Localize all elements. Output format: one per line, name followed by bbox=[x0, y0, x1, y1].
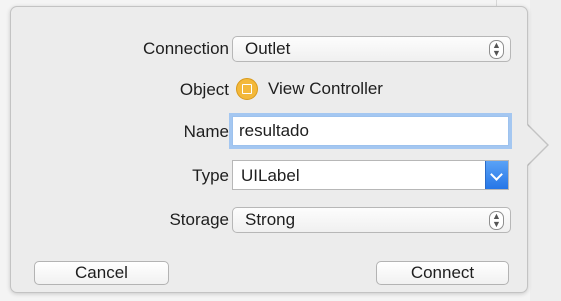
connection-row: Connection Outlet ▲ ▼ bbox=[11, 33, 527, 63]
type-combo-box[interactable]: UILabel bbox=[232, 160, 509, 190]
object-value: View Controller bbox=[268, 79, 383, 98]
connection-label: Connection bbox=[142, 39, 229, 58]
object-label: Object bbox=[179, 80, 229, 99]
type-label: Type bbox=[192, 166, 229, 185]
cancel-button[interactable]: Cancel bbox=[34, 261, 169, 285]
up-down-arrows-icon: ▲ ▼ bbox=[489, 40, 504, 59]
up-down-arrows-icon: ▲ ▼ bbox=[489, 211, 504, 230]
button-row: Cancel Connect bbox=[11, 261, 527, 291]
type-value: UILabel bbox=[241, 166, 300, 185]
connection-popup[interactable]: Outlet ▲ ▼ bbox=[232, 36, 511, 62]
object-row: Object View Controller bbox=[11, 74, 527, 104]
connection-value: Outlet bbox=[245, 39, 291, 58]
connection-popover: Connection Outlet ▲ ▼ Object View Control… bbox=[10, 6, 528, 293]
chevron-down-icon[interactable] bbox=[485, 161, 508, 189]
name-label: Name bbox=[183, 122, 229, 141]
storage-row: Storage Strong ▲ ▼ bbox=[11, 204, 527, 234]
name-input[interactable] bbox=[232, 116, 509, 146]
name-row: Name bbox=[11, 116, 527, 146]
view-controller-icon bbox=[236, 78, 258, 100]
type-row: Type UILabel bbox=[11, 160, 527, 190]
storage-popup[interactable]: Strong ▲ ▼ bbox=[232, 207, 511, 233]
storage-value: Strong bbox=[245, 210, 296, 229]
storage-label: Storage bbox=[169, 210, 229, 229]
connect-button[interactable]: Connect bbox=[376, 261, 509, 285]
